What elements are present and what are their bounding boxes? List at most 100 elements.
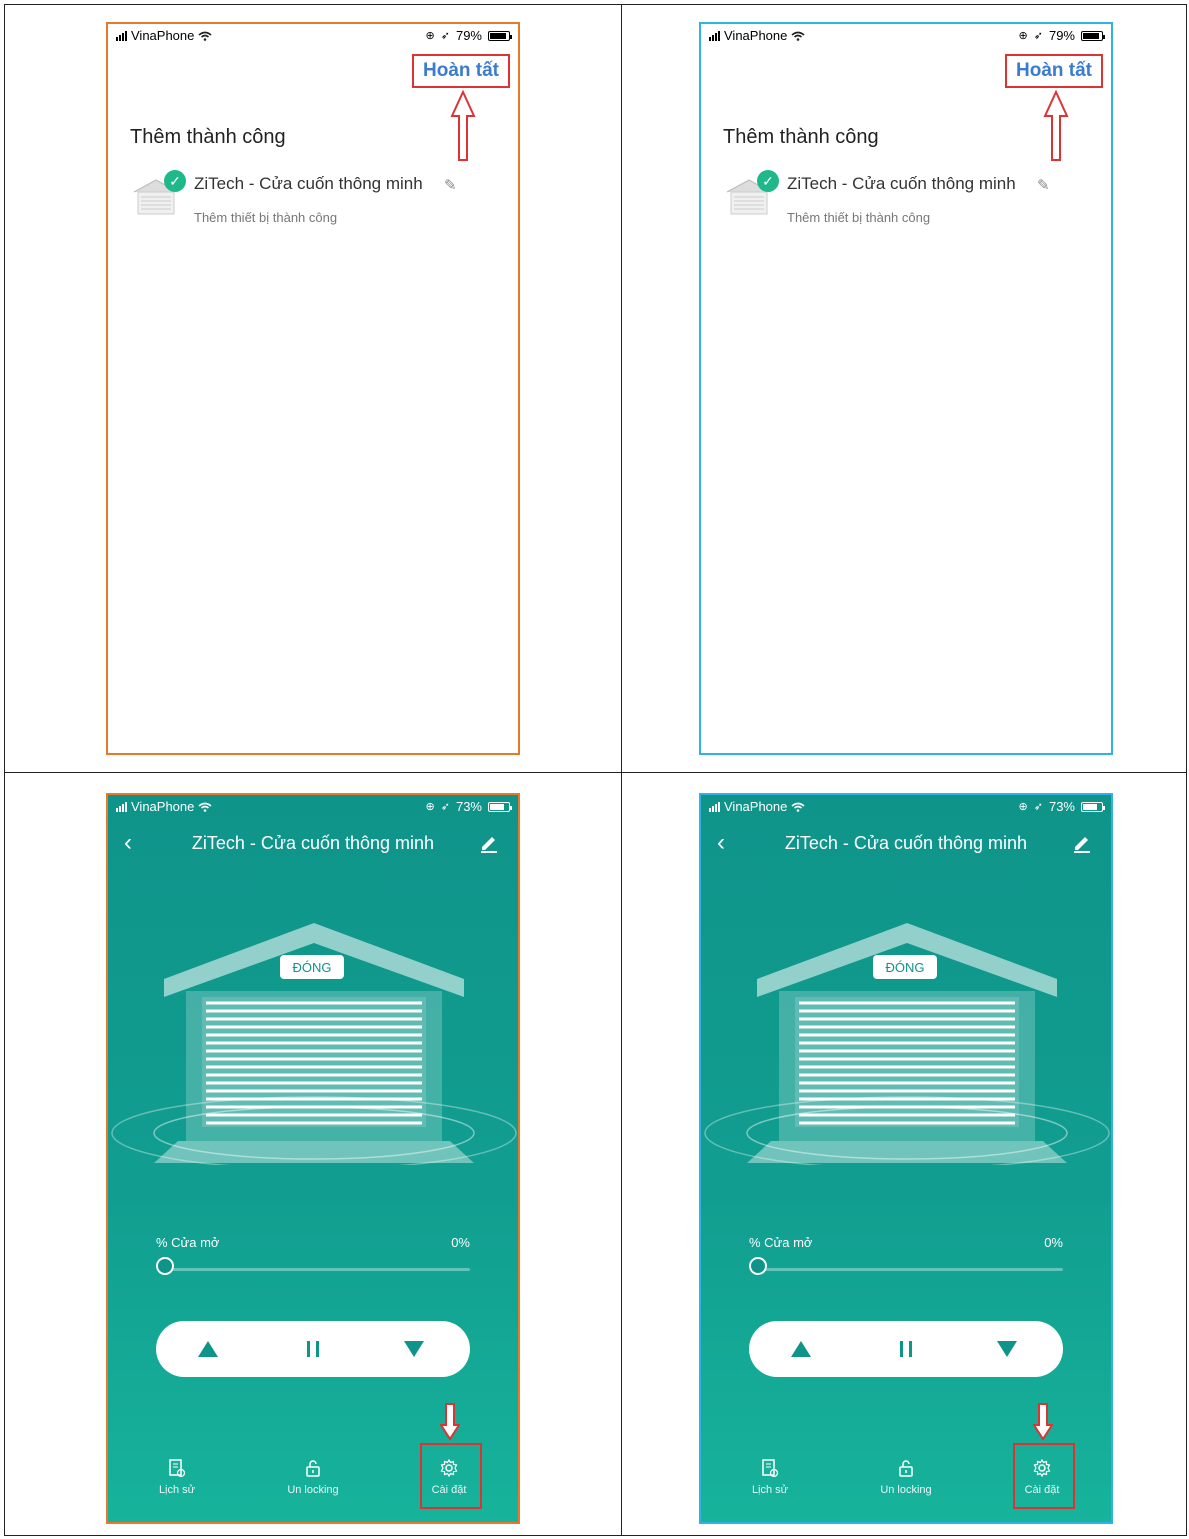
tab-settings-label: Cài đặt <box>1024 1484 1060 1496</box>
battery-icon <box>488 30 512 41</box>
bottom-tab-bar: Lịch sử Un locking Cài đặt <box>108 1442 518 1522</box>
tab-history-label: Lịch sử <box>158 1484 196 1496</box>
device-name: ZiTech - Cửa cuốn thông minh <box>194 174 423 193</box>
tab-unlocking-label: Un locking <box>287 1484 339 1496</box>
garage-illustration <box>704 923 1110 1165</box>
carrier-label: VinaPhone <box>724 799 788 814</box>
battery-label: 79% <box>1048 28 1075 43</box>
device-title: ZiTech - Cửa cuốn thông minh <box>191 833 435 853</box>
open-percent-label: % Cửa mở <box>156 1235 220 1250</box>
phone-screen-added-1: VinaPhone ⊕ ➶ 79% Hoàn tất Thêm thành cô… <box>106 22 520 755</box>
open-percent-label: % Cửa mở <box>749 1235 813 1250</box>
phone-screen-control-1: VinaPhone ⊕ ➶ 73% ‹ ZiTech - Cửa cuốn th… <box>106 793 520 1524</box>
location-icon: ➶ <box>440 30 450 42</box>
device-title: ZiTech - Cửa cuốn thông minh <box>784 833 1028 853</box>
pointer-arrow-up-icon <box>1043 90 1069 161</box>
lock-rotation-icon: ⊕ <box>425 801 435 813</box>
device-row[interactable]: ✓ ZiTech - Cửa cuốn thông minh ✎ Thêm th… <box>725 170 1065 230</box>
check-icon: ✓ <box>164 170 186 192</box>
done-button[interactable]: Hoàn tất <box>1005 54 1103 88</box>
pause-icon <box>900 1341 912 1357</box>
pointer-arrow-down-icon <box>1033 1403 1053 1441</box>
phone-screen-added-2: VinaPhone ⊕ ➶ 79% Hoàn tất Thêm thành cô… <box>699 22 1113 755</box>
page-title: Thêm thành công <box>723 126 879 148</box>
battery-icon <box>1081 801 1105 812</box>
pencil-icon[interactable]: ✎ <box>1037 176 1050 194</box>
status-bar: VinaPhone ⊕ ➶ 79% <box>108 24 518 46</box>
door-state-badge: ĐÓNG <box>280 955 344 979</box>
page-title: Thêm thành công <box>130 126 286 148</box>
garage-illustration <box>111 923 517 1165</box>
pencil-icon[interactable]: ✎ <box>444 176 457 194</box>
signal-icon <box>116 801 127 812</box>
bottom-tab-bar: Lịch sử Un locking Cài đặt <box>701 1442 1111 1522</box>
door-control-bar <box>749 1321 1063 1377</box>
open-percent-value: 0% <box>1044 1235 1063 1250</box>
lock-rotation-icon: ⊕ <box>1018 30 1028 42</box>
done-button[interactable]: Hoàn tất <box>412 54 510 88</box>
tab-settings[interactable]: Cài đặt <box>997 1458 1087 1496</box>
pencil-icon[interactable] <box>478 831 500 853</box>
lock-rotation-icon: ⊕ <box>425 30 435 42</box>
open-slider-track[interactable] <box>761 1268 1063 1271</box>
open-up-button[interactable] <box>178 1321 238 1377</box>
carrier-label: VinaPhone <box>131 28 195 43</box>
device-name: ZiTech - Cửa cuốn thông minh <box>787 174 1016 193</box>
status-bar: VinaPhone ⊕ ➶ 79% <box>701 24 1111 46</box>
check-icon: ✓ <box>757 170 779 192</box>
open-slider-thumb[interactable] <box>749 1257 767 1275</box>
pencil-icon[interactable] <box>1071 831 1093 853</box>
door-control-bar <box>156 1321 470 1377</box>
location-icon: ➶ <box>440 801 450 813</box>
wifi-icon <box>198 802 212 812</box>
pointer-arrow-up-icon <box>450 90 476 161</box>
open-percent-value: 0% <box>451 1235 470 1250</box>
unlock-icon <box>899 1460 913 1477</box>
history-icon <box>762 1459 779 1478</box>
battery-icon <box>1081 30 1105 41</box>
up-icon <box>791 1341 811 1357</box>
device-row[interactable]: ✓ ZiTech - Cửa cuốn thông minh ✎ Thêm th… <box>132 170 472 230</box>
status-bar: VinaPhone ⊕ ➶ 73% <box>108 795 518 817</box>
phone-screen-control-2: VinaPhone ⊕ ➶ 73% ‹ ZiTech - Cửa cuốn th… <box>699 793 1113 1524</box>
table-divider-horizontal <box>4 772 1187 773</box>
wifi-icon <box>198 31 212 41</box>
close-down-button[interactable] <box>977 1321 1037 1377</box>
battery-label: 73% <box>1048 799 1075 814</box>
tab-settings[interactable]: Cài đặt <box>404 1458 494 1496</box>
device-status-text: Thêm thiết bị thành công <box>787 210 931 225</box>
gear-icon <box>440 1458 458 1478</box>
pointer-arrow-down-icon <box>440 1403 460 1441</box>
signal-icon <box>709 30 720 41</box>
tab-unlocking[interactable]: Un locking <box>268 1458 358 1496</box>
unlock-icon <box>306 1460 320 1477</box>
pause-button[interactable] <box>283 1321 343 1377</box>
battery-label: 79% <box>455 28 482 43</box>
signal-icon <box>116 30 127 41</box>
carrier-label: VinaPhone <box>131 799 195 814</box>
close-down-button[interactable] <box>384 1321 444 1377</box>
lock-rotation-icon: ⊕ <box>1018 801 1028 813</box>
table-divider-vertical <box>621 4 622 1536</box>
up-icon <box>198 1341 218 1357</box>
tab-history[interactable]: Lịch sử <box>132 1458 222 1496</box>
tab-unlocking-label: Un locking <box>880 1484 932 1496</box>
status-bar: VinaPhone ⊕ ➶ 73% <box>701 795 1111 817</box>
wifi-icon <box>791 31 805 41</box>
battery-label: 73% <box>455 799 482 814</box>
tab-history[interactable]: Lịch sử <box>725 1458 815 1496</box>
location-icon: ➶ <box>1033 801 1043 813</box>
device-status-text: Thêm thiết bị thành công <box>194 210 338 225</box>
open-slider-track[interactable] <box>168 1268 470 1271</box>
wifi-icon <box>791 802 805 812</box>
down-icon <box>404 1341 424 1357</box>
pause-button[interactable] <box>876 1321 936 1377</box>
down-icon <box>997 1341 1017 1357</box>
carrier-label: VinaPhone <box>724 28 788 43</box>
signal-icon <box>709 801 720 812</box>
tab-unlocking[interactable]: Un locking <box>861 1458 951 1496</box>
open-up-button[interactable] <box>771 1321 831 1377</box>
battery-icon <box>488 801 512 812</box>
location-icon: ➶ <box>1033 30 1043 42</box>
open-slider-thumb[interactable] <box>156 1257 174 1275</box>
